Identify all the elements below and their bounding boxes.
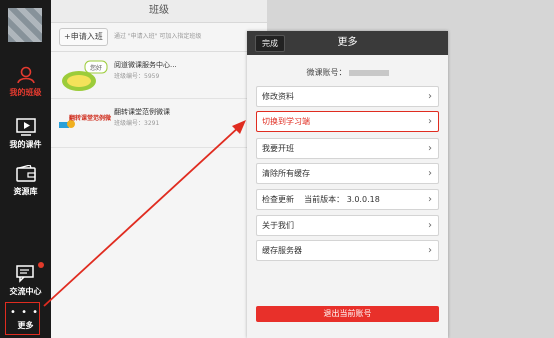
wallet-icon (15, 165, 36, 182)
row-label: 切换到学习端 (262, 117, 310, 126)
chevron-right-icon: › (428, 91, 432, 102)
notification-badge (38, 262, 44, 268)
panel-title: 班级 (51, 0, 267, 23)
apply-class-button[interactable]: +申请入班 (59, 28, 108, 46)
class-name: 阅道微课服务中心... (114, 61, 177, 69)
sidebar-item-label: 交流中心 (9, 287, 42, 296)
video-play-icon (15, 118, 36, 136)
row-label: 我要开班 (262, 144, 294, 153)
divider (51, 98, 267, 99)
person-icon (16, 66, 35, 84)
logout-button[interactable]: 退出当前账号 (256, 306, 439, 322)
apply-hint: 通过 "申请入班" 可加入指定班级 (114, 33, 202, 40)
divider (51, 147, 267, 148)
sidebar-item-label: 资源库 (13, 187, 38, 196)
about-us-row[interactable]: 关于我们 › (256, 215, 439, 236)
switch-to-student-row[interactable]: 切换到学习端 › (256, 111, 439, 132)
list-item[interactable]: 您好 阅道微课服务中心... 班级编号：5959 (51, 54, 267, 100)
sidebar-item-my-class[interactable]: 我的班级 (0, 66, 51, 98)
sidebar: 我的班级 我的课件 资源库 交流中心 • • • 更多 (0, 0, 51, 338)
class-list-panel: 班级 +申请入班 通过 "申请入班" 可加入指定班级 您好 阅道微课服务中心..… (51, 0, 267, 338)
class-code: 班级编号：5959 (114, 73, 160, 80)
chat-icon (15, 265, 34, 283)
thumb-text: 翻转课堂范例微课 (68, 114, 111, 122)
chevron-right-icon: › (428, 245, 432, 256)
chevron-right-icon: › (428, 168, 432, 179)
row-label: 关于我们 (262, 221, 294, 230)
sidebar-item-more[interactable]: 更多 (0, 321, 51, 331)
account-label: 微课账号： (306, 68, 347, 77)
row-label: 缓存服务器 (262, 246, 302, 255)
apply-row: +申请入班 通过 "申请入班" 可加入指定班级 (51, 23, 267, 52)
chevron-right-icon: › (428, 194, 432, 205)
chevron-right-icon: › (428, 116, 432, 127)
avatar[interactable] (8, 8, 42, 42)
sidebar-item-resources[interactable]: 资源库 (0, 165, 51, 197)
check-update-row[interactable]: 检查更新 当前版本： 3.0.0.18 › (256, 189, 439, 210)
clear-cache-row[interactable]: 清除所有缓存 › (256, 163, 439, 184)
sidebar-item-label: 更多 (17, 321, 34, 330)
row-label: 检查更新 当前版本： 3.0.0.18 (262, 195, 380, 204)
open-class-row[interactable]: 我要开班 › (256, 138, 439, 159)
class-code: 班级编号：3291 (114, 120, 160, 127)
sidebar-item-label: 我的班级 (9, 88, 42, 97)
row-label: 清除所有缓存 (262, 169, 310, 178)
row-label: 修改资料 (262, 92, 294, 101)
account-value-redacted (348, 69, 389, 76)
more-dots-icon: • • • (10, 307, 40, 318)
list-item[interactable]: 翻转课堂范例微课 翻转课堂范例微课 班级编号：3291 (51, 101, 267, 147)
sidebar-item-communication[interactable]: 交流中心 (0, 265, 51, 297)
sidebar-item-my-courseware[interactable]: 我的课件 (0, 118, 51, 150)
class-thumbnail: 翻转课堂范例微课 (59, 114, 111, 128)
chevron-right-icon: › (428, 220, 432, 231)
account-line: 微课账号： (247, 67, 448, 78)
done-button[interactable]: 完成 (255, 35, 285, 52)
edit-profile-row[interactable]: 修改资料 › (256, 86, 439, 107)
chevron-right-icon: › (428, 143, 432, 154)
dialog-header: 更多 完成 (247, 31, 448, 55)
thumb-text: 您好 (90, 64, 102, 72)
class-thumbnail: 您好 (62, 60, 108, 91)
sidebar-item-label: 我的课件 (9, 140, 42, 149)
cache-server-row[interactable]: 缓存服务器 › (256, 240, 439, 261)
class-name: 翻转课堂范例微课 (114, 108, 170, 116)
more-dialog: 更多 完成 微课账号： 修改资料 › 切换到学习端 › 我要开班 › 清除所有缓… (247, 31, 448, 338)
